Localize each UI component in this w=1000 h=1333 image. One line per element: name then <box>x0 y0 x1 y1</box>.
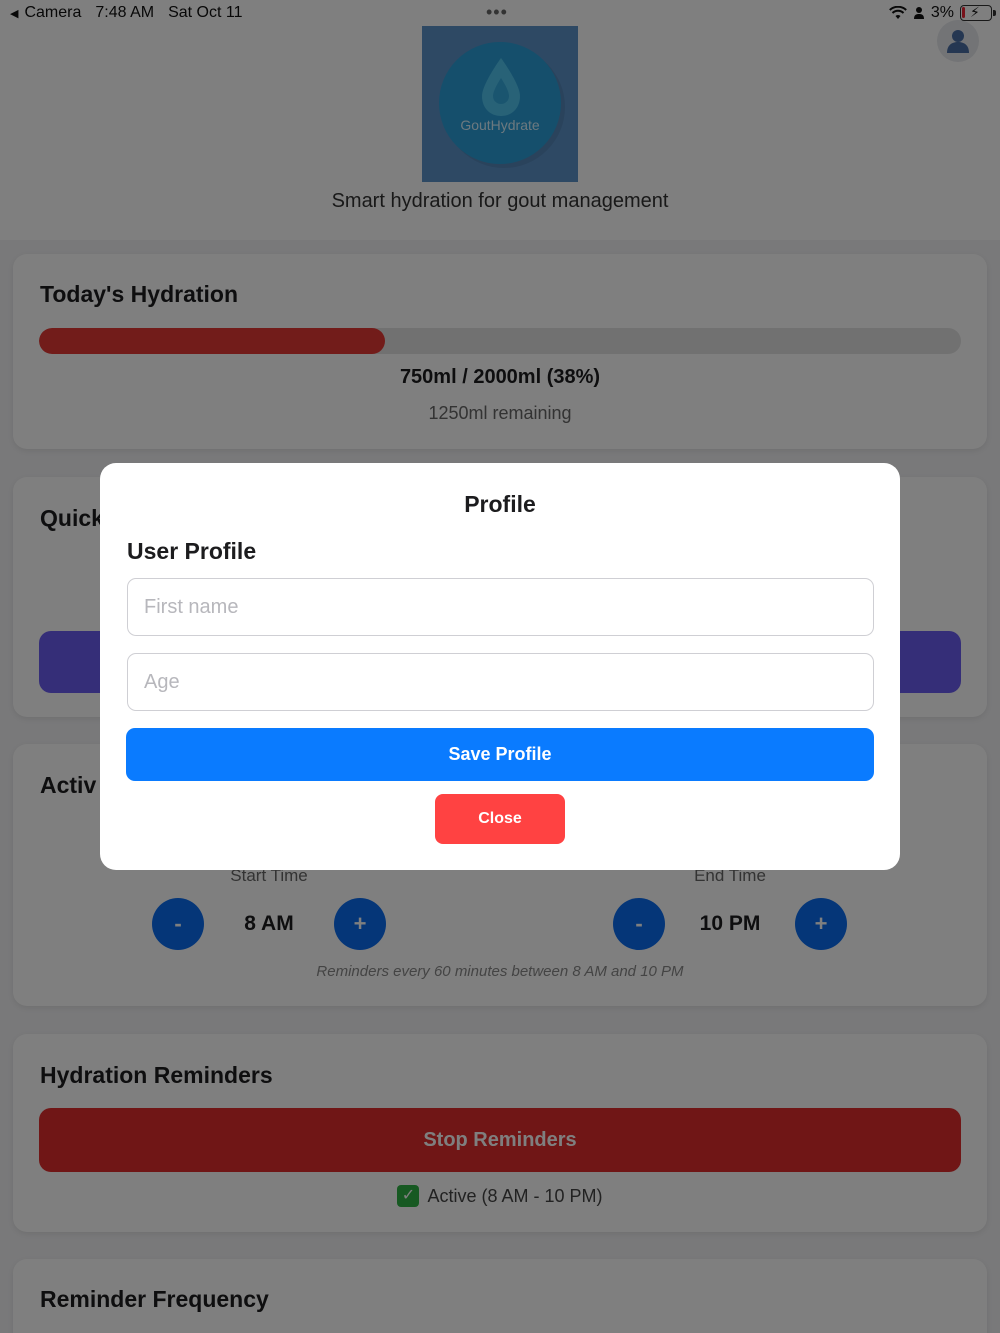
first-name-input[interactable] <box>127 578 874 636</box>
modal-title: Profile <box>464 491 536 517</box>
save-profile-button[interactable]: Save Profile <box>126 728 874 781</box>
close-button[interactable]: Close <box>435 794 565 844</box>
age-input[interactable] <box>127 653 874 711</box>
profile-modal: Profile User Profile Save Profile Close <box>100 463 900 870</box>
modal-subtitle: User Profile <box>127 538 257 564</box>
